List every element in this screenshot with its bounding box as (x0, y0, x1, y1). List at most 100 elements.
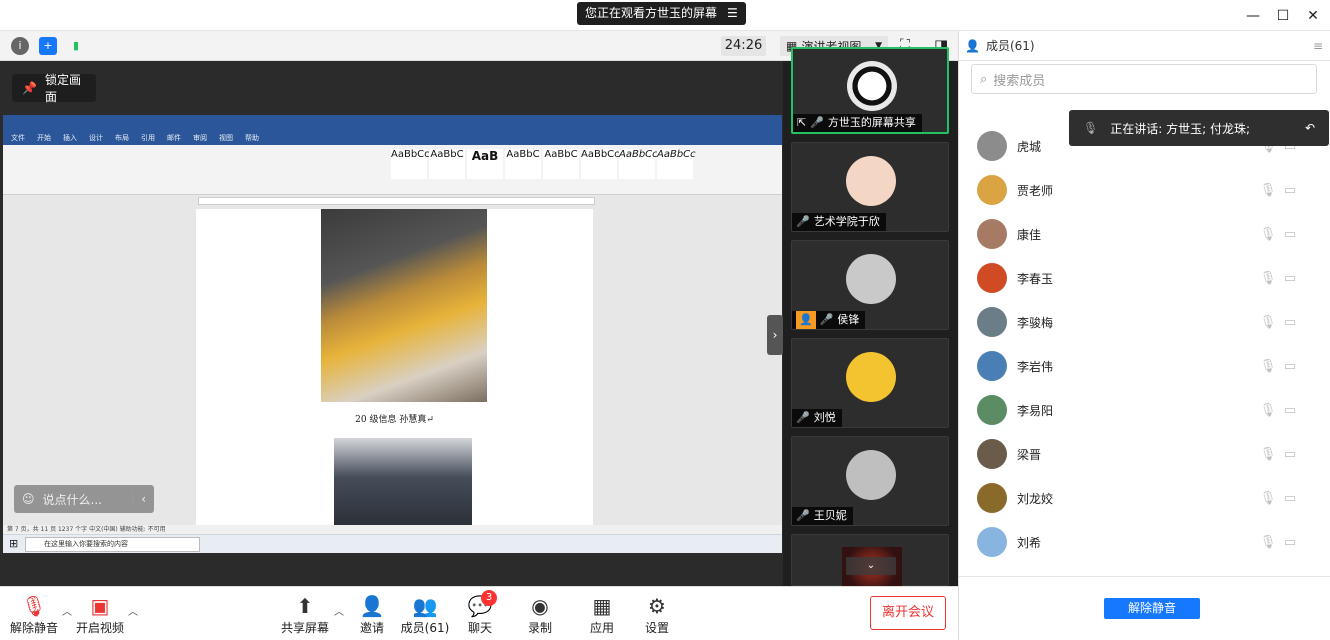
thumbnail-participant[interactable]: 🎤 艺术学院于欣 (791, 142, 949, 232)
member-row[interactable]: 李骏梅 🎙 ▭ (959, 300, 1330, 344)
photo-caption: 20 级信息 孙慧真↵ (355, 415, 434, 425)
video-off-icon[interactable]: ▭ (1279, 271, 1301, 286)
member-search-input[interactable]: ⌕ 搜索成员 (971, 64, 1317, 94)
thumbnail-participant[interactable]: 🎤 王贝妮 (791, 436, 949, 526)
mic-muted-icon[interactable]: 🎙 (1257, 491, 1279, 506)
menu-icon[interactable]: ☰ (727, 2, 738, 25)
member-row[interactable]: 李易阳 🎙 ▭ (959, 388, 1330, 432)
mic-muted-icon[interactable]: 🎙 (1257, 403, 1279, 418)
ribbon-tab: 文件 (11, 134, 25, 142)
thumbnail-participant[interactable]: 🎤 刘悦 (791, 338, 949, 428)
avatar (977, 527, 1007, 557)
shield-icon[interactable]: + (39, 37, 57, 55)
thumbnail-label: 🎤 艺术学院于欣 (792, 213, 886, 231)
mic-muted-icon[interactable]: 🎙 (1257, 271, 1279, 286)
member-row[interactable]: 梁晋 🎙 ▭ (959, 432, 1330, 476)
avatar (977, 307, 1007, 337)
style-card: AaBbCc (657, 149, 696, 179)
apps-button[interactable]: ▦ 应用 (573, 593, 631, 636)
chat-label: 聊天 (467, 621, 492, 635)
student-photo (334, 438, 472, 525)
avatar (846, 254, 896, 304)
emoji-icon[interactable]: ☺ (22, 492, 35, 506)
settings-button[interactable]: ⚙ 设置 (628, 593, 686, 636)
ribbon-tab: 设计 (89, 134, 103, 142)
ribbon-tab: 布局 (115, 134, 129, 142)
video-off-icon[interactable]: ▭ (1279, 359, 1301, 374)
chat-placeholder: 说点什么... (42, 492, 102, 507)
screen-share-banner[interactable]: 您正在观看方世玉的屏幕 ☰ (577, 2, 746, 25)
mic-muted-icon[interactable]: 🎙 (1257, 227, 1279, 242)
thumbnail-screen-share[interactable]: ⇱ 🎤 方世玉的屏幕共享 (791, 47, 949, 134)
video-off-icon[interactable]: ▭ (1279, 403, 1301, 418)
member-row[interactable]: 康佳 🎙 ▭ (959, 212, 1330, 256)
unmute-button[interactable]: 🎙 解除静音 (5, 593, 63, 636)
member-row[interactable]: 李春玉 🎙 ▭ (959, 256, 1330, 300)
member-name: 刘龙姣 (1017, 491, 1054, 506)
video-off-icon[interactable]: ▭ (1279, 315, 1301, 330)
video-off-icon[interactable]: ▭ (1279, 227, 1301, 242)
mic-muted-icon[interactable]: 🎙 (1257, 447, 1279, 462)
start-video-label: 开启视频 (75, 621, 124, 635)
maximize-icon[interactable]: ☐ (1273, 6, 1293, 26)
chat-icon: 💬 (467, 594, 493, 618)
members-icon: 👤 (965, 38, 980, 53)
gear-icon: ⚙ (648, 594, 666, 618)
leave-meeting-button[interactable]: 离开会议 (870, 596, 946, 630)
member-name: 李岩伟 (1017, 359, 1054, 374)
style-card: AaBbC (543, 149, 579, 179)
video-off-icon[interactable]: ▭ (1279, 535, 1301, 550)
unmute-all-button[interactable]: 解除静音 (1104, 598, 1200, 619)
chevron-down-icon[interactable]: ⌄ (846, 557, 896, 575)
members-button[interactable]: 👥 成员(61) (396, 593, 454, 636)
word-status-bar: 第 7 页，共 11 页 1237 个字 中文(中国) 辅助功能: 不可用 (3, 525, 782, 534)
record-button[interactable]: ◉ 录制 (511, 593, 569, 636)
lock-screen-button[interactable]: 📌 锁定画面 (12, 73, 96, 104)
search-icon: ⌕ (980, 71, 988, 87)
member-row[interactable]: 刘龙姣 🎙 ▭ (959, 476, 1330, 520)
avatar (846, 352, 896, 402)
thumbnail-participant[interactable]: 👤 🎤 侯锋 (791, 240, 949, 330)
chat-unread-badge: 3 (481, 590, 497, 606)
member-row[interactable]: 贾老师 🎙 ▭ (959, 168, 1330, 212)
mic-muted-icon[interactable]: 🎙 (1257, 183, 1279, 198)
thumbnail-label: 🎤 王贝妮 (792, 507, 853, 525)
mic-muted-icon[interactable]: 🎙 (1257, 535, 1279, 550)
member-name: 贾老师 (1017, 183, 1054, 198)
mic-muted-icon: 🎤 (796, 411, 810, 424)
panel-menu-icon[interactable]: ≡ (1313, 39, 1323, 53)
chat-input[interactable]: ☺ 说点什么... ‹ (14, 485, 154, 513)
student-photo (321, 209, 487, 402)
thumbnail-participant[interactable]: ⌄ (791, 534, 949, 587)
undo-icon[interactable]: ↶ (1305, 121, 1315, 135)
ribbon-tab: 审阅 (193, 134, 207, 142)
video-off-icon[interactable]: ▭ (1279, 183, 1301, 198)
style-card: AaBbCc (581, 149, 620, 179)
participant-thumbnails: ⇱ 🎤 方世玉的屏幕共享 🎤 艺术学院于欣 👤 🎤 侯锋 🎤 刘悦 🎤 王贝妮 (783, 47, 958, 587)
member-row[interactable]: 李岩伟 🎙 ▭ (959, 344, 1330, 388)
video-off-icon[interactable]: ▭ (1279, 447, 1301, 462)
taskbar-search: 在这里输入你要搜索的内容 (25, 537, 200, 552)
invite-button[interactable]: 👤 邀请 (343, 593, 401, 636)
info-icon[interactable]: i (11, 37, 29, 55)
member-row[interactable]: 刘希 🎙 ▭ (959, 520, 1330, 564)
meeting-timer: 24:26 (721, 36, 766, 56)
signal-icon[interactable]: ▮ (67, 37, 85, 55)
mic-muted-icon[interactable]: 🎙 (1257, 315, 1279, 330)
yin-yang-avatar (847, 61, 897, 111)
share-screen-button[interactable]: ⬆ 共享屏幕 (276, 593, 334, 636)
minimize-icon[interactable]: — (1243, 6, 1263, 26)
video-off-icon[interactable]: ▭ (1279, 491, 1301, 506)
start-video-button[interactable]: ▣ 开启视频 (71, 593, 129, 636)
mic-muted-icon[interactable]: 🎙 (1257, 359, 1279, 374)
share-screen-icon: ⬆ (296, 594, 314, 618)
close-icon[interactable]: ✕ (1303, 6, 1323, 26)
chevron-left-icon[interactable]: ‹ (132, 492, 146, 506)
participant-name: 艺术学院于欣 (813, 215, 880, 228)
invite-label: 邀请 (359, 621, 384, 635)
chat-button[interactable]: 💬 聊天 (451, 593, 509, 636)
collapse-thumbnails-button[interactable]: › (767, 315, 783, 355)
chevron-up-icon[interactable]: ︿ (128, 603, 138, 618)
mic-muted-icon: 🎤 (796, 215, 810, 228)
avatar (977, 219, 1007, 249)
